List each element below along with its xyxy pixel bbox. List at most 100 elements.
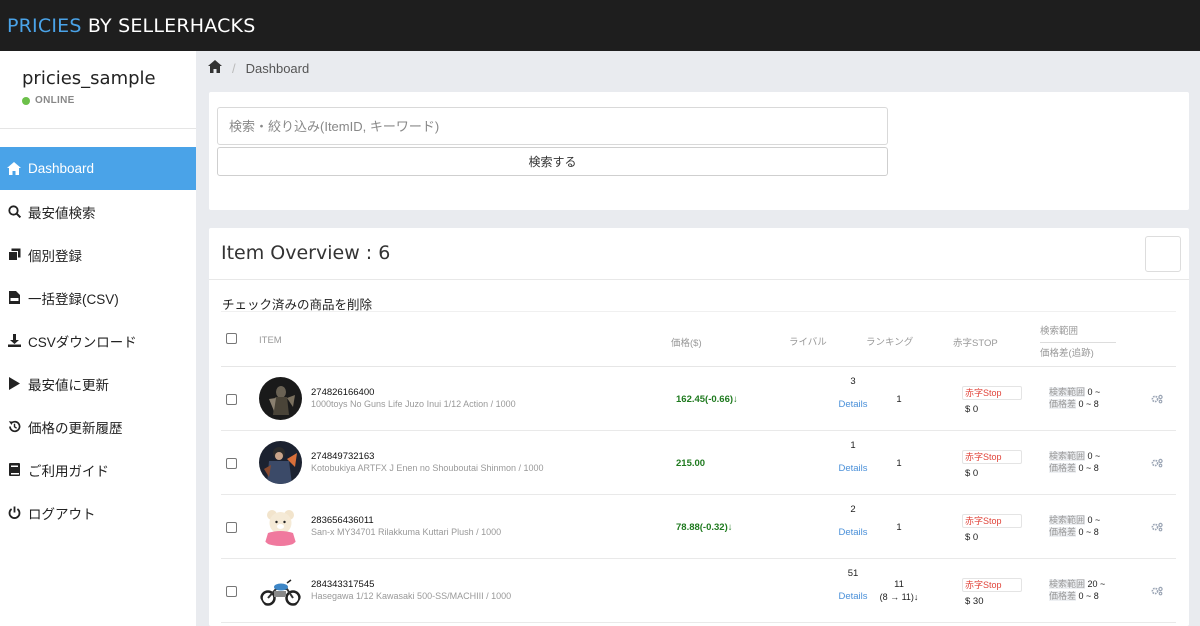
diff-label: 価格差: [1049, 591, 1077, 601]
search-panel: 検索する: [209, 92, 1189, 210]
stop-loss-button[interactable]: 赤字Stop: [962, 578, 1022, 592]
sidebar-item-single-register[interactable]: 個別登録: [0, 233, 196, 276]
sidebar-item-price-history[interactable]: 価格の更新履歴: [0, 405, 196, 448]
brand-part1: PRICIES: [7, 14, 82, 37]
settings-gear-icon[interactable]: [1151, 586, 1163, 599]
range-label: 検索範囲: [1049, 387, 1086, 397]
stop-amount: $ 30: [965, 596, 984, 607]
search-icon: [7, 205, 21, 219]
range-label: 検索範囲: [1049, 451, 1086, 461]
item-name: 1000toys No Guns Life Juzo Inui 1/12 Act…: [311, 399, 516, 409]
stop-loss-button[interactable]: 赤字Stop: [962, 386, 1022, 400]
item-price: 78.88(-0.32)↓: [676, 522, 733, 533]
sidebar-item-bulk-register[interactable]: 一括登録(CSV): [0, 276, 196, 319]
item-id[interactable]: 274826166400: [311, 387, 374, 398]
home-icon: [7, 162, 21, 176]
rival-count: 3: [850, 376, 856, 387]
breadcrumb-current: Dashboard: [245, 60, 310, 76]
item-price: 162.45(-0.66)↓: [676, 394, 738, 405]
sidebar-item-logout[interactable]: ログアウト: [0, 491, 196, 534]
row-checkbox[interactable]: [226, 458, 237, 469]
overview-title: Item Overview : 6: [221, 242, 391, 264]
item-id[interactable]: 283656436011: [311, 515, 374, 526]
column-header-item: ITEM: [259, 335, 282, 346]
sidebar-item-label: ログアウト: [28, 506, 96, 522]
rank-change: (8 → 11)↓: [879, 592, 919, 602]
stop-amount: $ 0: [965, 404, 979, 415]
product-thumbnail[interactable]: [259, 441, 302, 484]
range-cell: 検索範囲 20 ~ 価格差 0 ~ 8: [1049, 578, 1105, 602]
username: pricies_sample: [22, 68, 156, 89]
settings-gear-icon[interactable]: [1151, 394, 1163, 407]
row-checkbox[interactable]: [226, 394, 237, 405]
stop-loss-button[interactable]: 赤字Stop: [962, 514, 1022, 528]
brand-logo[interactable]: PRICIES BY SELLERHACKS: [7, 15, 255, 37]
range-value: 20 ~: [1087, 579, 1106, 589]
diff-value: 0 ~ 8: [1078, 463, 1099, 473]
home-icon[interactable]: [208, 60, 222, 76]
table-row: 274826166400 1000toys No Guns Life Juzo …: [221, 367, 1176, 431]
sidebar-item-price-search[interactable]: 最安値検索: [0, 190, 196, 233]
ranking-cell: 11 (8 → 11)↓: [869, 579, 929, 603]
product-thumbnail[interactable]: [259, 569, 302, 612]
sidebar-item-label: ご利用ガイド: [28, 463, 109, 479]
status-badge: ONLINE: [22, 95, 196, 106]
item-name: San-x MY34701 Rilakkuma Kuttari Plush / …: [311, 527, 502, 537]
stop-loss-button[interactable]: 赤字Stop: [962, 450, 1022, 464]
sidebar-item-guide[interactable]: ご利用ガイド: [0, 448, 196, 491]
online-dot-icon: [22, 96, 30, 105]
item-id[interactable]: 274849732163: [311, 451, 374, 462]
rank-value: 1: [896, 394, 902, 405]
search-button[interactable]: 検索する: [217, 147, 888, 176]
settings-gear-icon[interactable]: [1151, 522, 1163, 535]
stop-amount: $ 0: [965, 532, 979, 543]
sidebar-item-label: 個別登録: [28, 248, 82, 264]
search-input[interactable]: [217, 107, 888, 145]
range-value: 0 ~: [1087, 387, 1101, 397]
sidebar-item-csv-download[interactable]: CSVダウンロード: [0, 319, 196, 362]
table-row: 274849732163 Kotobukiya ARTFX J Enen no …: [221, 431, 1176, 495]
history-icon: [7, 420, 21, 434]
items-table: ITEM 価格($) ライバル ランキング 赤字STOP 検索範囲 価格差(追跡…: [221, 311, 1176, 623]
ranking-cell: 1: [869, 394, 929, 406]
settings-gear-icon[interactable]: [1151, 458, 1163, 471]
range-value: 0 ~: [1087, 515, 1101, 525]
select-all-checkbox[interactable]: [226, 333, 237, 344]
item-overview-panel: Item Overview : 6 チェック済みの商品を削除 ITEM 価格($…: [209, 228, 1189, 626]
sidebar-item-label: 最安値に更新: [28, 377, 109, 393]
column-header-diff: 価格差(追跡): [1040, 348, 1094, 359]
copy-icon: [7, 248, 21, 262]
diff-value: 0 ~ 8: [1078, 527, 1099, 537]
column-header-stop: 赤字STOP: [953, 338, 998, 349]
column-header-price: 価格($): [671, 338, 702, 349]
column-header-range: 検索範囲: [1040, 323, 1116, 343]
ranking-cell: 1: [869, 522, 929, 534]
diff-value: 0 ~ 8: [1078, 399, 1099, 409]
status-text: ONLINE: [35, 95, 75, 106]
ranking-cell: 1: [869, 458, 929, 470]
row-checkbox[interactable]: [226, 522, 237, 533]
rival-count: 51: [847, 568, 859, 579]
breadcrumb: / Dashboard: [196, 51, 1200, 85]
overview-action-button[interactable]: [1145, 236, 1181, 272]
item-id[interactable]: 284343317545: [311, 579, 374, 590]
row-checkbox[interactable]: [226, 586, 237, 597]
column-header-rival: ライバル: [789, 337, 827, 348]
sidebar-item-update-lowest[interactable]: 最安値に更新: [0, 362, 196, 405]
table-row: 283656436011 San-x MY34701 Rilakkuma Kut…: [221, 495, 1176, 559]
diff-label: 価格差: [1049, 463, 1077, 473]
top-bar: PRICIES BY SELLERHACKS: [0, 0, 1200, 51]
rank-value: 1: [896, 522, 902, 533]
table-header: ITEM 価格($) ライバル ランキング 赤字STOP 検索範囲 価格差(追跡…: [221, 311, 1176, 367]
stop-amount: $ 0: [965, 468, 979, 479]
product-thumbnail[interactable]: [259, 505, 302, 548]
play-icon: [7, 377, 21, 391]
item-price: 215.00: [676, 458, 706, 469]
sidebar-item-dashboard[interactable]: Dashboard: [0, 147, 196, 190]
rank-value: 1: [896, 458, 902, 469]
breadcrumb-separator: /: [232, 60, 236, 76]
range-value: 0 ~: [1087, 451, 1101, 461]
diff-label: 価格差: [1049, 399, 1077, 409]
product-thumbnail[interactable]: [259, 377, 302, 420]
book-icon: [7, 463, 21, 477]
